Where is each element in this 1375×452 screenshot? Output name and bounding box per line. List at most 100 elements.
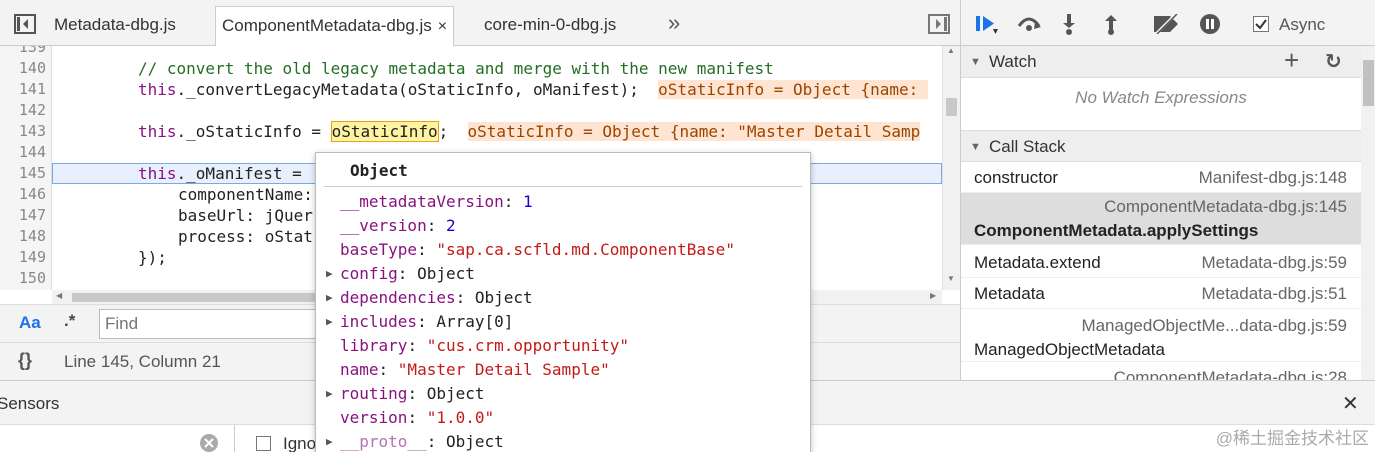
code-text: ._convertLegacyMetadata(oStaticInfo, oMa… bbox=[176, 80, 639, 99]
ignore-checkbox-label[interactable]: Igno bbox=[283, 434, 316, 452]
frame-location: ManagedObjectMe...data-dbg.js:59 bbox=[1081, 316, 1347, 335]
toggle-navigator-icon[interactable] bbox=[14, 14, 36, 39]
regex-button[interactable]: .* bbox=[64, 311, 75, 331]
property-row-expandable[interactable]: ▶ routing: Object bbox=[326, 382, 485, 406]
property-key: __metadataVersion bbox=[340, 192, 504, 211]
step-over-icon[interactable] bbox=[1016, 14, 1042, 37]
drawer-tab-sensors[interactable]: Sensors bbox=[0, 394, 59, 414]
inline-value: oStaticInfo = Object {name: "Master Deta… bbox=[467, 122, 921, 141]
line-number: 144 bbox=[18, 143, 46, 161]
property-key: version bbox=[340, 408, 408, 427]
expand-arrow-icon[interactable]: ▶ bbox=[326, 310, 333, 334]
expand-arrow-icon[interactable]: ▶ bbox=[326, 382, 333, 406]
match-case-button[interactable]: Aa bbox=[19, 313, 41, 333]
tab-componentmetadata-dbg[interactable]: ComponentMetadata-dbg.js × bbox=[215, 6, 455, 46]
expand-arrow-icon[interactable]: ▶ bbox=[326, 262, 333, 286]
property-value: "Master Detail Sample" bbox=[397, 360, 610, 379]
property-row: __metadataVersion: 1 bbox=[340, 192, 533, 211]
editor-tab-bar: Metadata-dbg.js ComponentMetadata-dbg.js… bbox=[0, 0, 960, 46]
object-preview-popover[interactable]: Object __metadataVersion: 1 __version: 2… bbox=[315, 152, 811, 452]
property-key: config bbox=[340, 264, 398, 283]
code-line-149: }); bbox=[138, 247, 167, 268]
code-text: }); bbox=[138, 248, 167, 267]
tab-label: ComponentMetadata-dbg.js bbox=[222, 16, 432, 35]
property-row-expandable[interactable]: ▶ dependencies: Object bbox=[326, 286, 533, 310]
toggle-debugger-sidebar-icon[interactable] bbox=[928, 14, 950, 39]
call-stack-frame[interactable]: Metadata.extend Metadata-dbg.js:59 bbox=[961, 247, 1361, 278]
step-into-icon[interactable] bbox=[1061, 13, 1077, 40]
property-row-expandable[interactable]: ▶ config: Object bbox=[326, 262, 475, 286]
watch-title: Watch bbox=[989, 52, 1037, 71]
line-number-gutter[interactable]: 139 140 141 142 143 144 145 146 147 148 … bbox=[0, 46, 52, 290]
scrollbar-thumb[interactable] bbox=[1363, 60, 1374, 106]
property-row-expandable[interactable]: ▶ includes: Array[0] bbox=[326, 310, 513, 334]
tab-metadata-dbg[interactable]: Metadata-dbg.js bbox=[50, 6, 180, 44]
inline-value: oStaticInfo = Object {name: bbox=[658, 80, 928, 99]
find-input[interactable] bbox=[99, 309, 319, 339]
line-number: 150 bbox=[18, 269, 46, 287]
deactivate-breakpoints-icon[interactable] bbox=[1152, 12, 1180, 39]
line-number: 146 bbox=[18, 185, 46, 203]
tab-label: Metadata-dbg.js bbox=[54, 15, 176, 34]
call-stack-frame[interactable]: Metadata Metadata-dbg.js:51 bbox=[961, 278, 1361, 309]
line-number: 141 bbox=[18, 80, 46, 98]
line-number: 142 bbox=[18, 101, 46, 119]
frame-location: Metadata-dbg.js:59 bbox=[1201, 253, 1347, 272]
call-stack-frame[interactable]: ComponentMetadata-dbg.js:28 bbox=[961, 364, 1361, 380]
property-key: __proto__ bbox=[340, 432, 427, 451]
code-text: ; bbox=[438, 122, 449, 141]
call-stack-section-header[interactable]: ▼ Call Stack bbox=[961, 130, 1361, 162]
call-stack-title: Call Stack bbox=[989, 137, 1066, 156]
expand-triangle-icon: ▼ bbox=[970, 141, 981, 153]
hovered-identifier[interactable]: oStaticInfo bbox=[330, 121, 439, 142]
scroll-up-icon[interactable]: ▲ bbox=[947, 46, 955, 55]
call-stack-frame[interactable]: constructor Manifest-dbg.js:148 bbox=[961, 162, 1361, 193]
keyword-this: this bbox=[138, 164, 177, 183]
call-stack-frame[interactable]: ManagedObjectMe...data-dbg.js:59 Managed… bbox=[961, 310, 1361, 362]
property-key: dependencies bbox=[340, 288, 456, 307]
property-row: library: "cus.crm.opportunity" bbox=[340, 336, 629, 355]
code-line-141: this._convertLegacyMetadata(oStaticInfo,… bbox=[138, 79, 928, 100]
property-row-expandable[interactable]: ▶ __proto__: Object bbox=[326, 430, 504, 452]
tab-core-min-dbg[interactable]: core-min-0-dbg.js bbox=[480, 6, 620, 44]
line-number: 149 bbox=[18, 248, 46, 266]
ignore-checkbox[interactable] bbox=[256, 436, 271, 451]
add-watch-icon[interactable]: + bbox=[1284, 44, 1299, 76]
frame-function: ManagedObjectMetadata bbox=[974, 340, 1165, 359]
refresh-watch-icon[interactable]: ↻ bbox=[1325, 46, 1342, 78]
pretty-print-button[interactable]: {} bbox=[18, 350, 32, 371]
property-value: "1.0.0" bbox=[426, 408, 495, 427]
async-label[interactable]: Async bbox=[1279, 15, 1325, 35]
close-tab-icon[interactable]: × bbox=[438, 18, 447, 35]
call-stack-frame-selected[interactable]: ComponentMetadata-dbg.js:145 ComponentMe… bbox=[961, 193, 1361, 245]
frame-function: constructor bbox=[974, 168, 1059, 187]
scroll-left-icon[interactable]: ◀ bbox=[56, 291, 62, 300]
property-value: 1 bbox=[523, 192, 533, 211]
scroll-down-icon[interactable]: ▼ bbox=[947, 274, 955, 283]
property-value: "cus.crm.opportunity" bbox=[426, 336, 629, 355]
close-drawer-icon[interactable]: ✕ bbox=[1342, 391, 1359, 416]
expand-arrow-icon[interactable]: ▶ bbox=[326, 430, 333, 452]
property-key: includes bbox=[340, 312, 418, 331]
sidebar-vertical-scrollbar[interactable] bbox=[1361, 46, 1375, 380]
property-row: name: "Master Detail Sample" bbox=[340, 360, 610, 379]
more-tabs-icon[interactable]: » bbox=[668, 10, 680, 36]
clear-icon[interactable] bbox=[200, 434, 218, 452]
scrollbar-thumb[interactable] bbox=[946, 98, 957, 116]
line-number: 148 bbox=[18, 227, 46, 245]
property-key: library bbox=[340, 336, 408, 355]
async-checkbox[interactable] bbox=[1253, 16, 1269, 32]
keyword-this: this bbox=[138, 80, 177, 99]
property-value: Object bbox=[474, 288, 533, 307]
debugger-toolbar: Async bbox=[961, 0, 1375, 46]
code-text: ._oStaticInfo = bbox=[176, 122, 331, 141]
watch-section-header[interactable]: ▼ Watch + ↻ bbox=[961, 44, 1361, 78]
resume-icon[interactable] bbox=[975, 13, 999, 40]
editor-vertical-scrollbar[interactable]: ▲ ▼ bbox=[942, 46, 960, 290]
expand-arrow-icon[interactable]: ▶ bbox=[326, 286, 333, 310]
scroll-right-icon[interactable]: ▶ bbox=[930, 291, 936, 300]
step-out-icon[interactable] bbox=[1103, 13, 1119, 40]
property-row: baseType: "sap.ca.scfld.md.ComponentBase… bbox=[340, 240, 735, 259]
pause-on-exceptions-icon[interactable] bbox=[1199, 13, 1221, 40]
code-comment: // convert the old legacy metadata and m… bbox=[138, 59, 774, 78]
